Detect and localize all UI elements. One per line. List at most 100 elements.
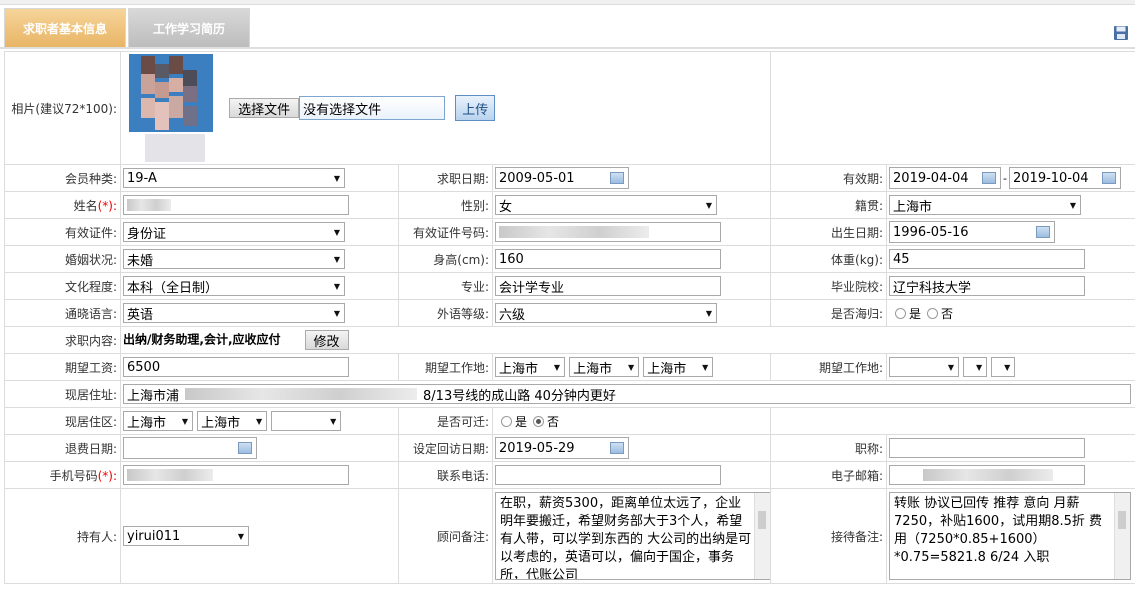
language-select[interactable]: 英语 ▼ — [123, 303, 345, 323]
save-icon[interactable] — [1113, 25, 1129, 41]
work-place-2-label: 期望工作地: — [770, 353, 888, 381]
salary-input[interactable] — [123, 357, 349, 377]
native-place-select[interactable]: 上海市 ▼ — [889, 195, 1082, 215]
gender-label: 性别: — [398, 191, 493, 219]
returnee-no-label: 否 — [941, 306, 954, 321]
chevron-down-icon: ▼ — [1069, 200, 1077, 210]
work-place-select-2[interactable]: 上海市 ▼ — [569, 357, 640, 377]
refund-date-label: 退费日期: — [4, 434, 121, 462]
valid-from-field[interactable]: 2019-04-04 — [889, 167, 1002, 189]
chevron-down-icon: ▼ — [702, 362, 709, 372]
upload-button[interactable]: 上传 — [455, 95, 496, 121]
modify-button[interactable]: 修改 — [304, 330, 349, 350]
work-place-2-select-3[interactable]: ▼ — [991, 357, 1016, 377]
education-select[interactable]: 本科（全日制） ▼ — [123, 276, 345, 296]
weight-label: 体重(kg): — [770, 245, 888, 273]
choose-file-button[interactable]: 选择文件 — [229, 98, 300, 118]
height-label: 身高(cm): — [398, 245, 493, 273]
address-input[interactable]: 上海市浦 8/13号线的成山路 40分钟内更好 — [123, 384, 1131, 404]
work-place-2-select-2[interactable]: ▼ — [963, 357, 988, 377]
calendar-icon[interactable] — [610, 442, 624, 454]
valid-to-field[interactable]: 2019-10-04 — [1009, 167, 1122, 189]
scrollbar[interactable] — [754, 493, 770, 579]
calendar-icon[interactable] — [610, 172, 624, 184]
district-select-2[interactable]: 上海市 ▼ — [197, 411, 268, 431]
chevron-down-icon: ▼ — [255, 416, 263, 426]
scrollbar[interactable] — [1114, 493, 1131, 579]
chevron-down-icon: ▼ — [976, 362, 983, 372]
job-seeker-form: 相片(建议72*100): 选择文件 没有选择文件 上传 会员种类: 19-A … — [4, 51, 1135, 584]
chevron-down-icon: ▼ — [333, 308, 340, 318]
chevron-down-icon: ▼ — [181, 416, 188, 426]
tab-basic-info[interactable]: 求职者基本信息 — [4, 8, 126, 48]
chevron-down-icon: ▼ — [627, 362, 635, 372]
chevron-down-icon: ▼ — [333, 173, 340, 183]
chevron-down-icon: ▼ — [333, 227, 340, 237]
phone-label: 联系电话: — [398, 461, 493, 489]
chevron-down-icon: ▼ — [553, 362, 560, 372]
id-number-input[interactable] — [495, 222, 721, 242]
job-date-label: 求职日期: — [398, 164, 493, 192]
work-place-select-1[interactable]: 上海市 ▼ — [495, 357, 565, 377]
weight-input[interactable] — [889, 249, 1086, 269]
returnee-label: 是否海归: — [770, 299, 888, 327]
consultant-note-textarea[interactable]: 在职，薪资5300，距离单位太远了，企业明年要搬迁，希望财务部大于3个人，希望有… — [495, 492, 770, 580]
native-place-label: 籍贯: — [770, 191, 888, 219]
birth-date-field[interactable]: 1996-05-16 — [889, 221, 1056, 243]
email-label: 电子邮箱: — [770, 461, 888, 489]
holder-select[interactable]: yirui011 ▼ — [123, 526, 249, 546]
reception-note-textarea[interactable]: 转账 协议已回传 推荐 意向 月薪7250，补贴1600，试用期8.5折 费用（… — [889, 492, 1132, 580]
relocate-no-radio[interactable] — [533, 415, 545, 427]
calendar-icon[interactable] — [1036, 226, 1051, 238]
consultant-note-label: 顾问备注: — [398, 488, 493, 584]
district-select-1[interactable]: 上海市 ▼ — [123, 411, 193, 431]
name-input[interactable] — [123, 195, 349, 215]
valid-period-label: 有效期: — [770, 164, 888, 192]
holder-label: 持有人: — [4, 488, 121, 584]
education-label: 文化程度: — [4, 272, 121, 300]
returnee-yes-label: 是 — [909, 306, 922, 321]
relocate-no-label: 否 — [547, 414, 560, 429]
chevron-down-icon: ▼ — [705, 308, 712, 318]
mobile-input[interactable] — [123, 465, 349, 485]
school-input[interactable] — [889, 276, 1086, 296]
lang-level-select[interactable]: 六级 ▼ — [495, 303, 717, 323]
calendar-icon[interactable] — [982, 172, 997, 184]
visit-date-label: 设定回访日期: — [398, 434, 493, 462]
refund-date-field[interactable] — [123, 437, 257, 459]
work-place-select-3[interactable]: 上海市 ▼ — [643, 357, 714, 377]
marital-label: 婚姻状况: — [4, 245, 121, 273]
relocate-yes-label: 是 — [515, 414, 528, 429]
gender-select[interactable]: 女 ▼ — [495, 195, 717, 215]
relocate-yes-radio[interactable] — [501, 415, 512, 427]
file-name-field: 没有选择文件 — [299, 96, 446, 120]
email-input[interactable] — [889, 465, 1086, 485]
returnee-no-radio[interactable] — [927, 307, 939, 319]
relocate-label: 是否可迁: — [398, 407, 493, 435]
address-label: 现居住址: — [4, 380, 121, 408]
title-input[interactable] — [889, 438, 1086, 458]
chevron-down-icon: ▼ — [333, 281, 340, 291]
chevron-down-icon: ▼ — [1004, 362, 1011, 372]
visit-date-field[interactable]: 2019-05-29 — [495, 437, 629, 459]
returnee-yes-radio[interactable] — [895, 307, 907, 319]
birth-date-label: 出生日期: — [770, 218, 888, 246]
calendar-icon[interactable] — [1102, 172, 1117, 184]
school-label: 毕业院校: — [770, 272, 888, 300]
calendar-icon[interactable] — [238, 442, 252, 454]
job-date-field[interactable]: 2009-05-01 — [495, 167, 629, 189]
member-type-select[interactable]: 19-A ▼ — [123, 168, 345, 188]
tab-work-study-resume[interactable]: 工作学习简历 — [128, 8, 250, 48]
job-content-label: 求职内容: — [4, 326, 121, 354]
chevron-down-icon: ▼ — [333, 254, 340, 264]
major-label: 专业: — [398, 272, 493, 300]
lang-level-label: 外语等级: — [398, 299, 493, 327]
work-place-label: 期望工作地: — [398, 353, 493, 381]
marital-select[interactable]: 未婚 ▼ — [123, 249, 345, 269]
id-type-select[interactable]: 身份证 ▼ — [123, 222, 345, 242]
major-input[interactable] — [495, 276, 721, 296]
height-input[interactable] — [495, 249, 721, 269]
work-place-2-select-1[interactable]: ▼ — [889, 357, 960, 377]
phone-input[interactable] — [495, 465, 721, 485]
district-select-3[interactable]: ▼ — [271, 411, 342, 431]
